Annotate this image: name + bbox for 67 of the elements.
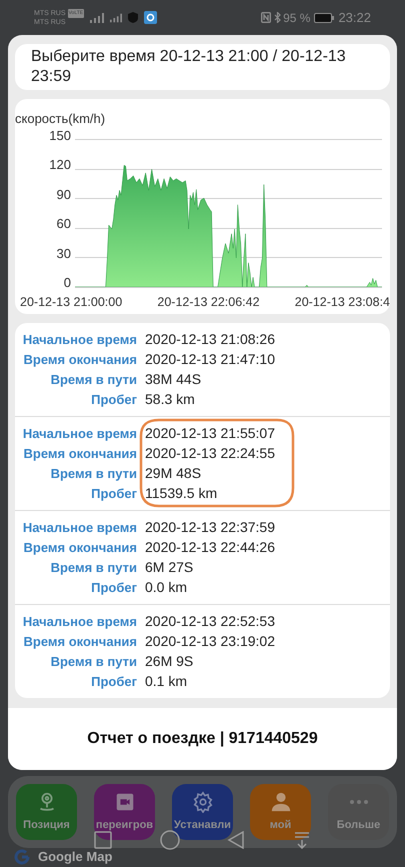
- battery-icon: [314, 12, 334, 22]
- signal-icon: [110, 12, 122, 22]
- notification-pull-icon[interactable]: [293, 831, 312, 849]
- tab-button[interactable]: Устанавли: [172, 784, 233, 840]
- signal-icon: [90, 12, 104, 22]
- more-icon: [348, 800, 368, 804]
- field-value: 0.0 km: [145, 578, 188, 596]
- field-value: 11539.5 km: [145, 484, 218, 502]
- tab-button[interactable]: мой: [250, 784, 311, 840]
- field-label: Начальное время: [22, 331, 137, 349]
- google-logo-icon: [14, 848, 30, 864]
- field-label: Пробег: [90, 579, 137, 597]
- field-label: Время окончания: [22, 539, 137, 557]
- y-tick-label: 120: [49, 158, 71, 172]
- tab-button[interactable]: Больше: [328, 784, 389, 840]
- settings-icon: [192, 790, 214, 813]
- field-label: Время окончания: [22, 351, 137, 369]
- tab-button[interactable]: переигров: [94, 784, 155, 840]
- field-value: 0.1 km: [145, 672, 188, 690]
- field-value: 2020-12-13 22:37:59: [145, 518, 275, 536]
- home-icon[interactable]: [160, 830, 180, 850]
- nfc-icon: [261, 12, 272, 23]
- back-icon[interactable]: [227, 831, 246, 849]
- field-label: Начальное время: [22, 613, 137, 631]
- person-icon: [270, 790, 292, 813]
- field-value: 2020-12-13 22:24:55: [145, 444, 275, 462]
- field-value: 29M 48S: [145, 464, 202, 482]
- field-value: 38M 44S: [145, 370, 202, 388]
- field-label: Время окончания: [22, 445, 137, 463]
- field-label: Время в пути: [50, 371, 137, 389]
- x-tick-label: 20-12-13 21:00:00: [20, 294, 122, 311]
- field-label: Время в пути: [50, 559, 137, 577]
- time-range-selector[interactable]: Выберите время 20-12-13 21:00 / 20-12-13 23:59: [15, 44, 390, 90]
- y-tick-label: 150: [49, 129, 71, 142]
- field-value: 58.3 km: [145, 390, 195, 408]
- field-label: Пробег: [90, 485, 137, 503]
- y-tick-label: 30: [56, 246, 71, 260]
- field-value: 2020-12-13 21:55:07: [145, 424, 275, 442]
- field-label: Время в пути: [50, 465, 137, 483]
- tab-button[interactable]: Позиция: [16, 784, 77, 840]
- field-value: 26M 9S: [145, 652, 194, 670]
- shield-icon: [128, 12, 138, 23]
- y-tick-label: 60: [56, 217, 71, 230]
- field-value: 2020-12-13 23:19:02: [145, 632, 275, 650]
- field-label: Начальное время: [22, 519, 137, 537]
- footer-title: Отчет о поездке | 9171440529: [8, 708, 397, 770]
- field-label: Время в пути: [50, 653, 137, 671]
- y-axis-label: скорость(km/h): [15, 110, 106, 128]
- field-value: 6M 27S: [145, 558, 194, 576]
- field-value: 2020-12-13 21:47:10: [145, 350, 275, 368]
- field-label: Время окончания: [22, 633, 137, 651]
- map-attribution: Google Map: [38, 848, 112, 866]
- app-icon: [144, 11, 158, 24]
- bluetooth-icon: [274, 12, 282, 23]
- x-tick-label: 20-12-13 23:08:4: [294, 294, 390, 311]
- x-tick-label: 20-12-13 22:06:42: [157, 294, 260, 311]
- field-value: 2020-12-13 21:08:26: [145, 330, 275, 348]
- y-tick-label: 90: [56, 188, 71, 201]
- clock: 23:22: [338, 8, 371, 27]
- y-tick-label: 0: [64, 276, 71, 289]
- recent-apps-icon[interactable]: [94, 831, 112, 849]
- field-value: 2020-12-13 22:44:26: [145, 538, 275, 556]
- field-label: Начальное время: [22, 425, 137, 443]
- battery-percent: 95 %: [283, 10, 310, 26]
- field-value: 2020-12-13 22:52:53: [145, 612, 275, 630]
- field-label: Пробег: [90, 391, 137, 409]
- field-label: Пробег: [90, 673, 137, 691]
